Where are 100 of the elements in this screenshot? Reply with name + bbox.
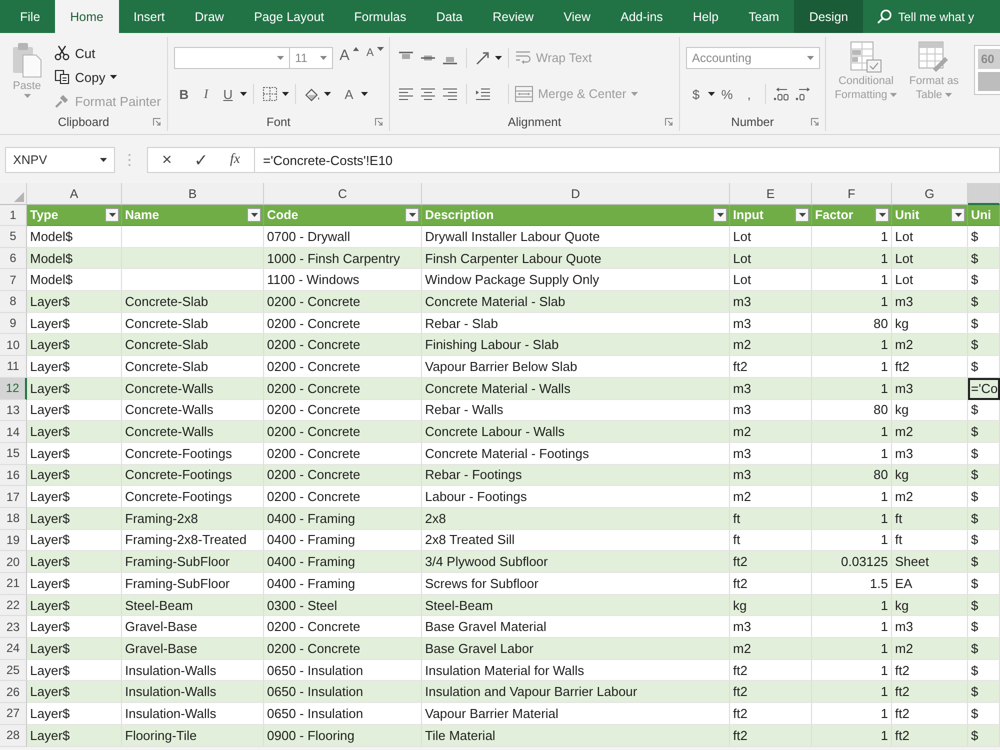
table-cell: ft2: [892, 681, 968, 704]
filter-button[interactable]: [405, 208, 419, 222]
table-cell: Sheet: [892, 551, 968, 573]
number-format-field[interactable]: Accounting: [686, 47, 820, 69]
caret-down-icon[interactable]: [240, 92, 247, 96]
tell-me-search[interactable]: Tell me what y: [863, 0, 974, 33]
ribbon-tab[interactable]: Page Layout: [238, 0, 340, 33]
shrink-font-button[interactable]: A: [365, 47, 385, 69]
font-size-field[interactable]: 11: [289, 47, 333, 69]
row-number[interactable]: 14: [0, 421, 27, 443]
column-title: Name: [125, 208, 160, 222]
row-number[interactable]: 1: [0, 205, 27, 226]
caret-down-icon[interactable]: [708, 92, 715, 96]
table-cell[interactable]: $: [968, 421, 1000, 443]
ribbon-tab[interactable]: Draw: [180, 0, 239, 33]
ribbon-tab[interactable]: Formulas: [339, 0, 422, 33]
ribbon-tab[interactable]: Help: [678, 0, 734, 33]
column-header[interactable]: B: [122, 183, 264, 205]
row-number[interactable]: 7: [0, 269, 27, 292]
row-number[interactable]: 20: [0, 551, 27, 573]
filter-button[interactable]: [875, 208, 889, 222]
row-number[interactable]: 28: [0, 724, 27, 746]
row-number[interactable]: 10: [0, 334, 27, 356]
row-number[interactable]: 18: [0, 508, 27, 530]
ribbon-tab[interactable]: View: [548, 0, 606, 33]
ribbon-tab[interactable]: File: [5, 0, 56, 33]
currency-button[interactable]: $: [686, 83, 706, 105]
row-number[interactable]: 9: [0, 312, 27, 334]
caret-down-icon[interactable]: [361, 92, 368, 96]
table-cell[interactable]: $: [968, 248, 1000, 270]
row-number[interactable]: 16: [0, 464, 27, 486]
cancel-button[interactable]: ×: [154, 148, 180, 172]
filter-button[interactable]: [247, 208, 261, 222]
column-header[interactable]: G: [892, 183, 968, 205]
row-number[interactable]: 21: [0, 573, 27, 595]
row-number[interactable]: 23: [0, 616, 27, 638]
ribbon-tab[interactable]: Insert: [118, 0, 180, 33]
name-box[interactable]: XNPV: [5, 147, 115, 173]
bold-button[interactable]: B: [174, 83, 194, 105]
dialog-launcher-icon[interactable]: [153, 118, 161, 126]
dialog-launcher-icon[interactable]: [811, 118, 819, 126]
font-color-button[interactable]: A: [339, 83, 359, 105]
table-cell[interactable]: $: [968, 551, 1000, 573]
dialog-launcher-icon[interactable]: [375, 118, 383, 126]
table-cell[interactable]: $: [968, 638, 1000, 660]
copy-button[interactable]: Copy: [54, 65, 161, 89]
row-number[interactable]: 19: [0, 530, 27, 552]
column-header[interactable]: E: [730, 183, 812, 205]
cut-button[interactable]: Cut: [54, 41, 161, 65]
table-cell[interactable]: $: [968, 291, 1000, 313]
row-number[interactable]: 15: [0, 442, 27, 465]
filter-button[interactable]: [795, 208, 809, 222]
row-number[interactable]: 8: [0, 291, 27, 313]
ribbon-tab[interactable]: Design: [794, 0, 864, 33]
column-header[interactable]: [968, 183, 1000, 205]
row-number[interactable]: 11: [0, 356, 27, 378]
grow-font-button[interactable]: A: [339, 47, 359, 69]
table-cell[interactable]: $: [968, 334, 1000, 356]
ribbon-tab[interactable]: Data: [421, 0, 478, 33]
table-cell[interactable]: $: [968, 594, 1000, 616]
column-header[interactable]: C: [264, 183, 422, 205]
row-number[interactable]: 12: [0, 378, 27, 400]
caret-down-icon[interactable]: [282, 92, 289, 96]
underline-button[interactable]: U: [218, 83, 238, 105]
ribbon-tab[interactable]: Team: [734, 0, 794, 33]
row-number[interactable]: 5: [0, 226, 27, 248]
ribbon-tab[interactable]: Add-ins: [606, 0, 678, 33]
row-number[interactable]: 25: [0, 660, 27, 682]
row-number[interactable]: 26: [0, 681, 27, 704]
column-header[interactable]: D: [422, 183, 730, 205]
row-number[interactable]: 6: [0, 248, 27, 270]
table-cell[interactable]: $: [968, 464, 1000, 486]
percent-button[interactable]: %: [717, 83, 737, 105]
filter-button[interactable]: [713, 208, 727, 222]
formula-field[interactable]: ='Concrete-Costs'!E10: [254, 147, 1000, 173]
insert-function-button[interactable]: fx: [222, 148, 248, 172]
column-header[interactable]: A: [27, 183, 122, 205]
filter-button[interactable]: [105, 208, 119, 222]
caret-down-icon[interactable]: [324, 92, 331, 96]
row-number[interactable]: 13: [0, 400, 27, 422]
ribbon-tab[interactable]: Review: [478, 0, 549, 33]
table-cell[interactable]: $: [968, 724, 1000, 746]
table-cell: kg: [892, 464, 968, 486]
table-cell[interactable]: ='Co: [968, 378, 1000, 400]
row-number[interactable]: 24: [0, 638, 27, 660]
row-number[interactable]: 27: [0, 703, 27, 725]
table-cell[interactable]: $: [968, 508, 1000, 530]
table-cell: 1: [812, 378, 892, 400]
column-header[interactable]: F: [812, 183, 892, 205]
dialog-launcher-icon[interactable]: [665, 118, 673, 126]
caret-down-icon[interactable]: [495, 56, 502, 60]
filter-button[interactable]: [951, 208, 965, 222]
font-name-field[interactable]: [174, 47, 290, 69]
table-cell[interactable]: $: [968, 681, 1000, 704]
enter-button[interactable]: ✓: [186, 148, 216, 172]
row-number[interactable]: 22: [0, 594, 27, 616]
ribbon-tab[interactable]: Home: [55, 0, 118, 33]
italic-button[interactable]: I: [196, 83, 216, 105]
row-number[interactable]: 17: [0, 486, 27, 508]
comma-button[interactable]: ,: [739, 83, 759, 105]
